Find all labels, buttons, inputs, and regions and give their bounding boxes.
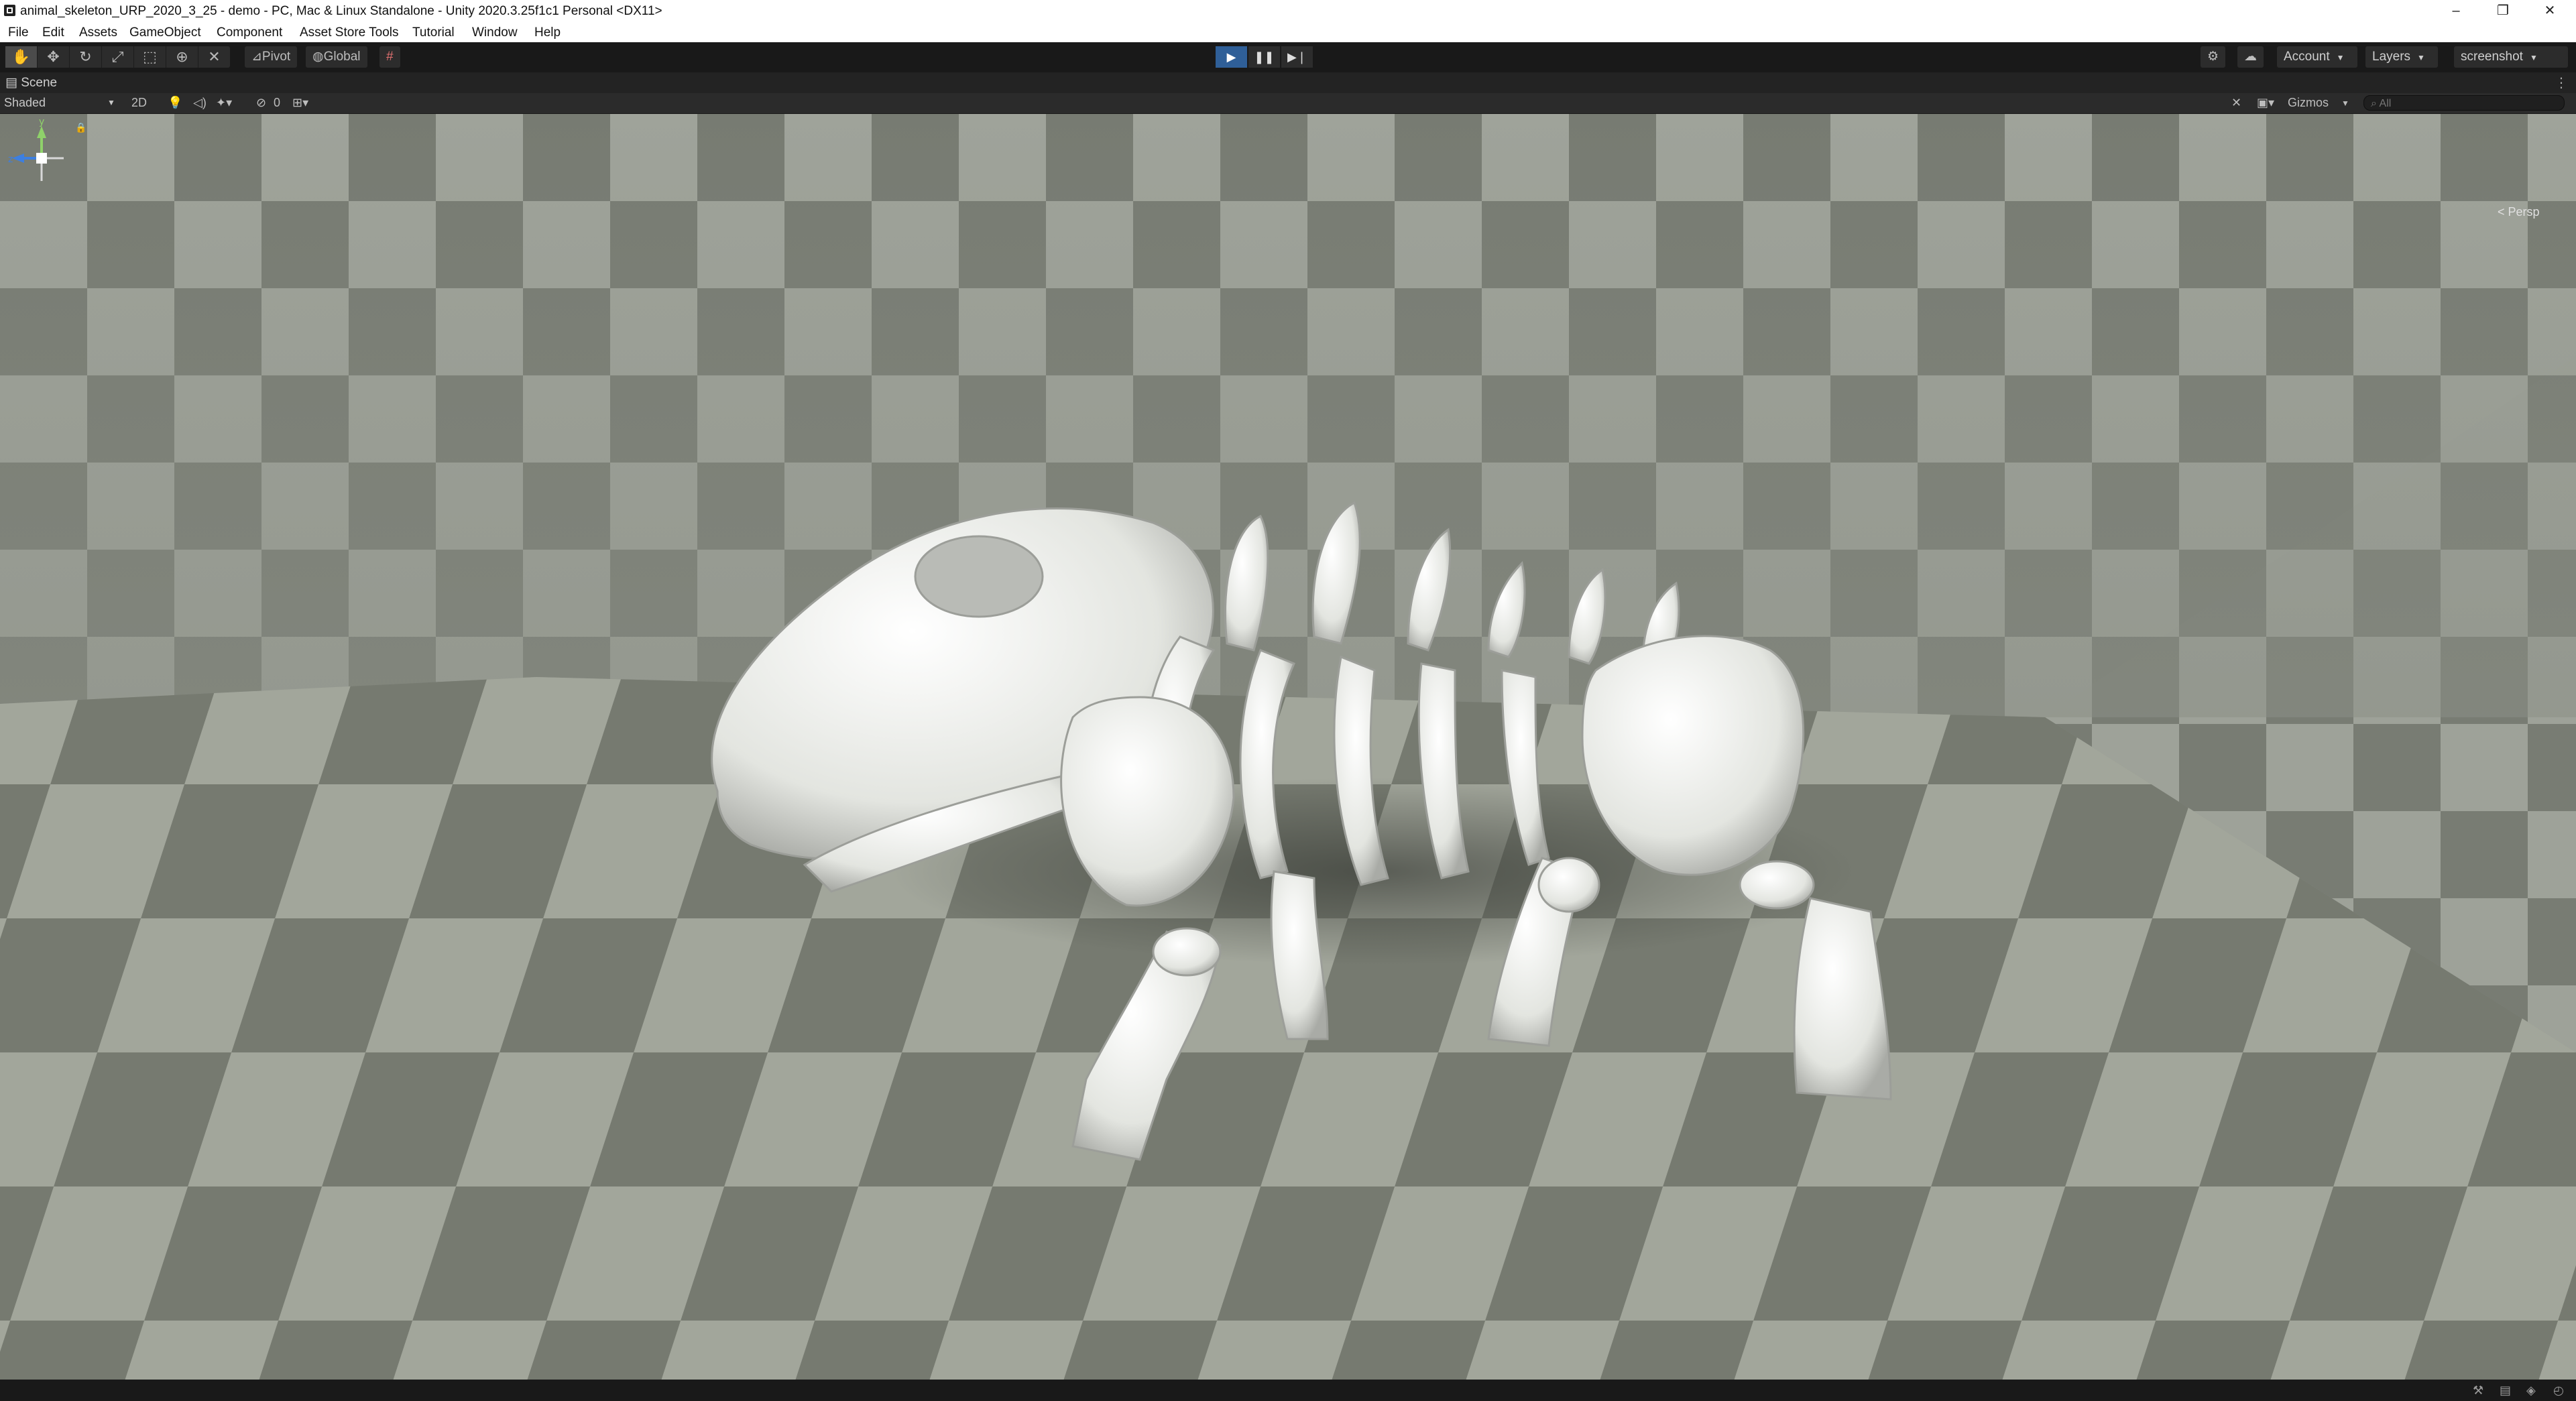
audio-toggle-icon[interactable]: ◁) xyxy=(193,96,207,110)
menu-edit[interactable]: Edit xyxy=(42,25,64,40)
layout-dropdown[interactable]: screenshot ▼ xyxy=(2454,46,2568,68)
unity-app-icon xyxy=(4,5,15,16)
scene-icon: ▤ xyxy=(5,76,21,90)
pause-button[interactable]: ❚❚ xyxy=(1248,46,1280,68)
rotate-tool-icon[interactable]: ↻ xyxy=(70,46,102,68)
debug-icon[interactable]: ⚒ xyxy=(2473,1384,2483,1398)
svg-text:z: z xyxy=(8,154,13,165)
custom-tool-icon[interactable]: ✕ xyxy=(198,46,230,68)
menu-bar: File Edit Assets GameObject Component As… xyxy=(0,22,2576,42)
more-options-icon[interactable]: ⋮ xyxy=(2555,74,2568,91)
layers-label: Layers xyxy=(2372,50,2411,64)
playmode-controls: ▶ ❚❚ ▶❘ xyxy=(1216,46,1314,68)
menu-assets[interactable]: Assets xyxy=(79,25,117,40)
scene-search-input[interactable]: ⌕ All xyxy=(2363,95,2565,111)
global-icon: ◍ xyxy=(312,50,324,64)
status-bar: ⚒ ▤ ◈ ◴ xyxy=(0,1380,2576,1401)
step-icon: ▶❘ xyxy=(1287,50,1307,64)
hand-tool-icon[interactable]: ✋ xyxy=(5,46,38,68)
chevron-down-icon: ▼ xyxy=(2529,53,2538,62)
chevron-down-icon: ▼ xyxy=(2341,99,2349,108)
play-icon: ▶ xyxy=(1226,50,1236,64)
scale-tool-icon[interactable]: ⤢ xyxy=(102,46,134,68)
close-button[interactable]: ✕ xyxy=(2526,0,2573,22)
lighting-toggle-icon[interactable]: 💡 xyxy=(168,96,182,110)
scene-view-toolbar: Shaded ▼ 2D 💡 ◁) ✦▾ ⊘ 0 ⊞▾ ✕ ▣▾ Gizmos ▼… xyxy=(0,93,2576,114)
menu-help[interactable]: Help xyxy=(534,25,561,40)
transform-tools: ✋ ✥ ↻ ⤢ ⬚ ⊕ ✕ xyxy=(5,46,230,68)
svg-text:🔒: 🔒 xyxy=(75,123,86,133)
collab-button[interactable]: ⚙ xyxy=(2201,46,2226,68)
play-button[interactable]: ▶ xyxy=(1216,46,1247,68)
menu-file[interactable]: File xyxy=(8,25,29,40)
collab-icon: ⚙ xyxy=(2207,50,2219,64)
grid-toggle-icon[interactable]: ⊞▾ xyxy=(292,96,308,110)
scene-tab-label: Scene xyxy=(21,76,58,90)
menu-gameobject[interactable]: GameObject xyxy=(129,25,201,40)
global-label: Global xyxy=(323,50,361,64)
pivot-toggle[interactable]: ⊿Pivot xyxy=(245,46,298,68)
window-title: animal_skeleton_URP_2020_3_25 - demo - P… xyxy=(20,4,662,18)
rect-tool-icon[interactable]: ⬚ xyxy=(134,46,166,68)
gizmos-dropdown[interactable]: Gizmos xyxy=(2288,96,2329,110)
grid-snap-button[interactable]: # xyxy=(379,46,400,68)
search-placeholder: All xyxy=(2379,98,2392,109)
maximize-button[interactable]: ❐ xyxy=(2479,0,2526,22)
minimize-button[interactable]: – xyxy=(2433,0,2479,22)
svg-text:y: y xyxy=(39,117,44,127)
step-button[interactable]: ▶❘ xyxy=(1281,46,1313,68)
projection-label[interactable]: < Persp xyxy=(2498,205,2540,219)
scene-viewport[interactable]: z y 🔒 < Persp xyxy=(0,114,2576,1380)
grid-snap-icon: # xyxy=(386,50,394,64)
cloud-button[interactable]: ☁ xyxy=(2237,46,2264,68)
camera-icon[interactable]: ▣▾ xyxy=(2257,96,2274,110)
hidden-count: 0 xyxy=(274,96,281,109)
search-icon: ⌕ xyxy=(2371,98,2380,109)
account-dropdown[interactable]: Account ▼ xyxy=(2277,46,2357,68)
effects-toggle-icon[interactable]: ✦▾ xyxy=(216,96,232,110)
draw-mode-dropdown[interactable]: Shaded xyxy=(4,96,46,110)
menu-tutorial[interactable]: Tutorial xyxy=(412,25,455,40)
menu-asset-store-tools[interactable]: Asset Store Tools xyxy=(300,25,399,40)
chevron-down-icon: ▼ xyxy=(107,98,115,107)
move-tool-icon[interactable]: ✥ xyxy=(38,46,70,68)
lighting-icon[interactable]: ◈ xyxy=(2526,1384,2536,1398)
progress-icon[interactable]: ◴ xyxy=(2553,1384,2564,1398)
account-label: Account xyxy=(2284,50,2330,64)
transform-tool-icon[interactable]: ⊕ xyxy=(166,46,198,68)
tools-icon[interactable]: ✕ xyxy=(2231,96,2241,110)
chevron-down-icon: ▼ xyxy=(2336,53,2345,62)
menu-component[interactable]: Component xyxy=(217,25,282,40)
scene-tab-bar: ▤ Scene ⋮ xyxy=(0,72,2576,93)
tab-scene[interactable]: ▤ Scene xyxy=(5,75,57,90)
layers-dropdown[interactable]: Layers ▼ xyxy=(2365,46,2438,68)
toggle-2d-button[interactable]: 2D xyxy=(131,96,147,110)
menu-window[interactable]: Window xyxy=(472,25,518,40)
global-toggle[interactable]: ◍Global xyxy=(306,46,367,68)
pivot-label: Pivot xyxy=(261,50,291,64)
pivot-icon: ⊿ xyxy=(251,50,262,64)
pause-icon: ❚❚ xyxy=(1254,50,1275,64)
cloud-icon: ☁ xyxy=(2244,50,2257,64)
scene-render xyxy=(0,114,2576,1380)
chevron-down-icon: ▼ xyxy=(2417,53,2425,62)
window-title-bar: animal_skeleton_URP_2020_3_25 - demo - P… xyxy=(0,0,2576,22)
console-icon[interactable]: ▤ xyxy=(2500,1384,2511,1398)
hidden-objects-icon[interactable]: ⊘ xyxy=(256,96,266,110)
layout-label: screenshot xyxy=(2461,50,2523,64)
main-toolbar: ✋ ✥ ↻ ⤢ ⬚ ⊕ ✕ ⊿Pivot ◍Global # ▶ ❚❚ ▶❘ ⚙… xyxy=(0,42,2576,73)
orientation-gizmo[interactable]: z y 🔒 xyxy=(0,114,87,221)
